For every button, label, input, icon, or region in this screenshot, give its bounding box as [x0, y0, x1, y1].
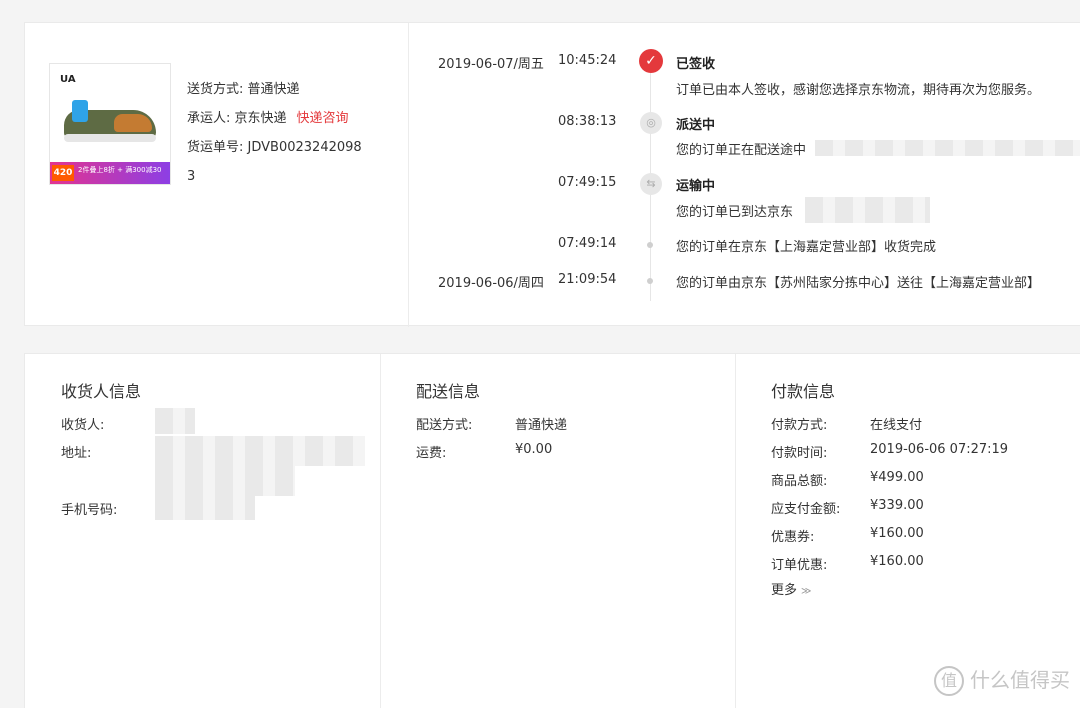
timeline-date: 2019-06-06/周四 [438, 276, 544, 291]
timeline-desc: 您的订单在京东【上海嘉定营业部】收货完成 [676, 240, 937, 255]
ship-method-label: 送货方式: [187, 82, 244, 97]
timeline-status: 派送中 [676, 118, 716, 133]
carrier-label: 承运人: [187, 111, 231, 126]
promo-banner: 420 2件叠上8折 + 满300减30 [50, 162, 170, 184]
column-divider [735, 354, 736, 708]
redacted-region [805, 197, 930, 223]
more-label: 更多 [771, 583, 798, 598]
payment-row-value: ¥160.00 [870, 554, 924, 569]
product-thumbnail[interactable]: UA 420 2件叠上8折 + 满300减30 [49, 63, 171, 185]
timeline-status: 运输中 [676, 179, 716, 194]
redacted-region [815, 140, 1080, 156]
waybill-label: 货运单号: [187, 140, 244, 155]
timeline-date: 2019-06-07/周五 [438, 57, 544, 72]
watermark-badge: 值 [934, 666, 964, 696]
payment-row-label: 优惠券: [771, 530, 815, 545]
shipping-fee-label: 运费: [416, 446, 447, 461]
payment-row-value: ¥339.00 [870, 498, 924, 513]
delivery-method-value: 普通快递 [515, 418, 568, 433]
courier-inquiry-link[interactable]: 快递咨询 [297, 111, 349, 126]
promo-text: 2件叠上8折 + 满300减30 [78, 166, 162, 174]
logistics-card: UA 420 2件叠上8折 + 满300减30 送货方式: 普通快递 承运人: … [24, 22, 1080, 327]
shoe-accent [114, 114, 152, 132]
payment-row-label: 付款方式: [771, 418, 828, 433]
receiver-name-label: 收货人: [61, 418, 105, 433]
more-toggle[interactable]: 更多 ≫ [771, 579, 811, 598]
redacted-region [155, 408, 195, 434]
brand-logo: UA [60, 74, 76, 85]
card-divider [408, 23, 409, 327]
timeline-desc: 您的订单正在配送途中 [676, 143, 807, 158]
waybill-number-cont: 3 [187, 169, 196, 184]
payment-row-label: 商品总额: [771, 474, 828, 489]
address-label: 地址: [61, 446, 92, 461]
truck-icon: ⇆ [640, 173, 662, 195]
timeline-status: 已签收 [676, 57, 716, 72]
chevron-down-icon: ≫ [801, 586, 812, 597]
timeline-time: 10:45:24 [558, 53, 617, 68]
timeline-time: 21:09:54 [558, 272, 617, 287]
delivery-title: 配送信息 [416, 382, 481, 401]
delivery-method-label: 配送方式: [416, 418, 473, 433]
payment-title: 付款信息 [771, 382, 836, 401]
signed-check-icon: ✓ [639, 49, 663, 73]
timeline-dot [647, 242, 653, 248]
phone-label: 手机号码: [61, 503, 118, 518]
timeline-desc: 您的订单由京东【苏州陆家分拣中心】送往【上海嘉定营业部】 [676, 276, 1041, 291]
payment-row-value: ¥160.00 [870, 526, 924, 541]
shipping-fee-value: ¥0.00 [515, 442, 553, 457]
site-watermark: 值什么值得买 [934, 664, 1070, 696]
timeline-desc: 您的订单已到达京东 [676, 205, 794, 220]
promo-price: 420 [52, 165, 74, 181]
payment-row-value: ¥499.00 [870, 470, 924, 485]
payment-row-label: 订单优惠: [771, 558, 828, 573]
shipping-details: 送货方式: 普通快递 承运人: 京东快递 快递咨询 货运单号: JDVB00232… [187, 75, 362, 191]
timeline-time: 08:38:13 [558, 114, 617, 129]
order-info-card: 收货人信息 收货人: 地址: 手机号码: 配送信息 配送方式: 普通快递 运费:… [24, 353, 1080, 708]
watermark-text: 什么值得买 [970, 667, 1070, 692]
receiver-title: 收货人信息 [61, 382, 142, 401]
payment-row-label: 应支付金额: [771, 502, 841, 517]
timeline-time: 07:49:15 [558, 175, 617, 190]
timeline-time: 07:49:14 [558, 236, 617, 251]
waybill-number: JDVB0023242098 [247, 140, 362, 155]
redacted-region [155, 490, 255, 520]
redacted-region [155, 436, 365, 466]
payment-row-value: 2019-06-06 07:27:19 [870, 442, 1009, 457]
column-divider [380, 354, 381, 708]
timeline-desc: 订单已由本人签收，感谢您选择京东物流，期待再次为您服务。 [676, 83, 1041, 98]
payment-row-value: 在线支付 [870, 418, 923, 433]
phone-graphic [72, 100, 88, 122]
ship-method-value: 普通快递 [247, 82, 300, 97]
delivery-person-icon: ◎ [640, 112, 662, 134]
payment-row-label: 付款时间: [771, 446, 828, 461]
carrier-value: 京东快递 [234, 111, 287, 126]
timeline-dot [647, 278, 653, 284]
shoe-sole [64, 134, 156, 142]
